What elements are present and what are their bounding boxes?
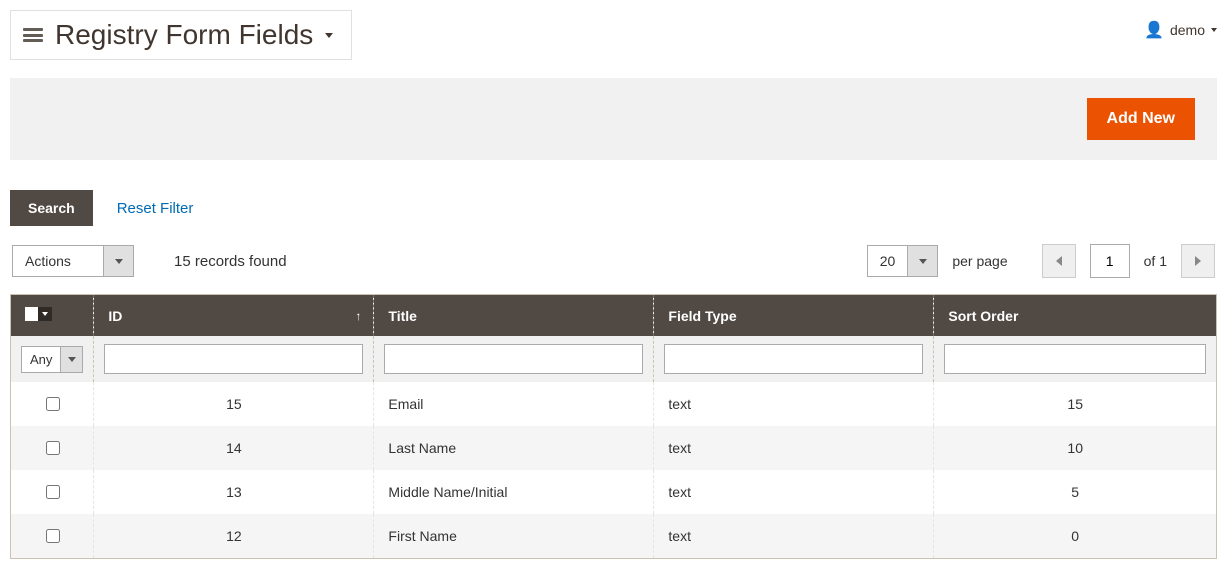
cell-id: 13: [94, 470, 374, 514]
user-menu[interactable]: 👤 demo: [1144, 10, 1217, 40]
sort-asc-icon: ↑: [355, 309, 361, 323]
user-icon: 👤: [1144, 20, 1164, 40]
cell-sort-order: 0: [934, 514, 1217, 559]
cell-title: Last Name: [374, 426, 654, 470]
cell-field-type: text: [654, 514, 934, 559]
pager-prev-button[interactable]: [1042, 244, 1076, 278]
chevron-right-icon: [1195, 256, 1201, 266]
chevron-left-icon: [1056, 256, 1062, 266]
pager-next-button[interactable]: [1181, 244, 1215, 278]
page-title: Registry Form Fields: [55, 19, 313, 51]
page-size-value: 20: [868, 246, 908, 276]
menu-icon: [23, 28, 43, 42]
pager-of-label: of 1: [1144, 253, 1167, 269]
caret-down-icon: [1211, 28, 1217, 32]
search-button[interactable]: Search: [10, 190, 93, 226]
caret-down-icon: [38, 307, 52, 321]
table-row[interactable]: 15Emailtext15: [11, 382, 1217, 426]
col-header-select[interactable]: [11, 295, 94, 337]
records-found: 15 records found: [174, 253, 287, 270]
page-size-select[interactable]: 20: [867, 245, 939, 277]
table-row[interactable]: 14Last Nametext10: [11, 426, 1217, 470]
action-bar: Add New: [10, 78, 1217, 160]
pager-current-input[interactable]: [1090, 244, 1130, 278]
col-header-label: Title: [388, 308, 417, 324]
page-title-block[interactable]: Registry Form Fields: [10, 10, 352, 60]
filter-any-value: Any: [22, 347, 60, 372]
table-row[interactable]: 13Middle Name/Initialtext5: [11, 470, 1217, 514]
caret-down-icon: [60, 347, 82, 372]
table-row[interactable]: 12First Nametext0: [11, 514, 1217, 559]
col-header-label: Field Type: [668, 308, 736, 324]
add-new-button[interactable]: Add New: [1087, 98, 1195, 140]
cell-field-type: text: [654, 382, 934, 426]
filter-row: Any: [11, 336, 1217, 382]
cell-sort-order: 5: [934, 470, 1217, 514]
user-name: demo: [1170, 22, 1205, 38]
col-header-label: Sort Order: [948, 308, 1018, 324]
cell-id: 12: [94, 514, 374, 559]
cell-sort-order: 10: [934, 426, 1217, 470]
row-checkbox[interactable]: [46, 529, 60, 543]
per-page-label: per page: [952, 253, 1007, 269]
cell-title: Middle Name/Initial: [374, 470, 654, 514]
cell-title: First Name: [374, 514, 654, 559]
filter-title-input[interactable]: [384, 344, 643, 374]
checkbox-icon: [25, 307, 39, 321]
data-grid: ID ↑ Title Field Type Sort Order Any: [10, 294, 1217, 559]
col-header-label: ID: [108, 308, 122, 324]
caret-down-icon: [325, 33, 333, 38]
filter-id-input[interactable]: [104, 344, 363, 374]
cell-id: 14: [94, 426, 374, 470]
cell-field-type: text: [654, 426, 934, 470]
row-checkbox[interactable]: [46, 441, 60, 455]
filter-field-type-input[interactable]: [664, 344, 923, 374]
row-checkbox[interactable]: [46, 397, 60, 411]
col-header-id[interactable]: ID ↑: [94, 295, 374, 337]
filter-sort-order-input[interactable]: [944, 344, 1206, 374]
caret-down-icon: [907, 246, 937, 276]
cell-field-type: text: [654, 470, 934, 514]
col-header-title[interactable]: Title: [374, 295, 654, 337]
caret-down-icon: [103, 246, 133, 276]
cell-sort-order: 15: [934, 382, 1217, 426]
mass-actions-select[interactable]: Actions: [12, 245, 134, 277]
col-header-sort-order[interactable]: Sort Order: [934, 295, 1217, 337]
reset-filter-link[interactable]: Reset Filter: [117, 200, 194, 217]
cell-id: 15: [94, 382, 374, 426]
filter-any-select[interactable]: Any: [21, 346, 83, 373]
row-checkbox[interactable]: [46, 485, 60, 499]
cell-title: Email: [374, 382, 654, 426]
mass-actions-value: Actions: [13, 246, 103, 276]
col-header-field-type[interactable]: Field Type: [654, 295, 934, 337]
